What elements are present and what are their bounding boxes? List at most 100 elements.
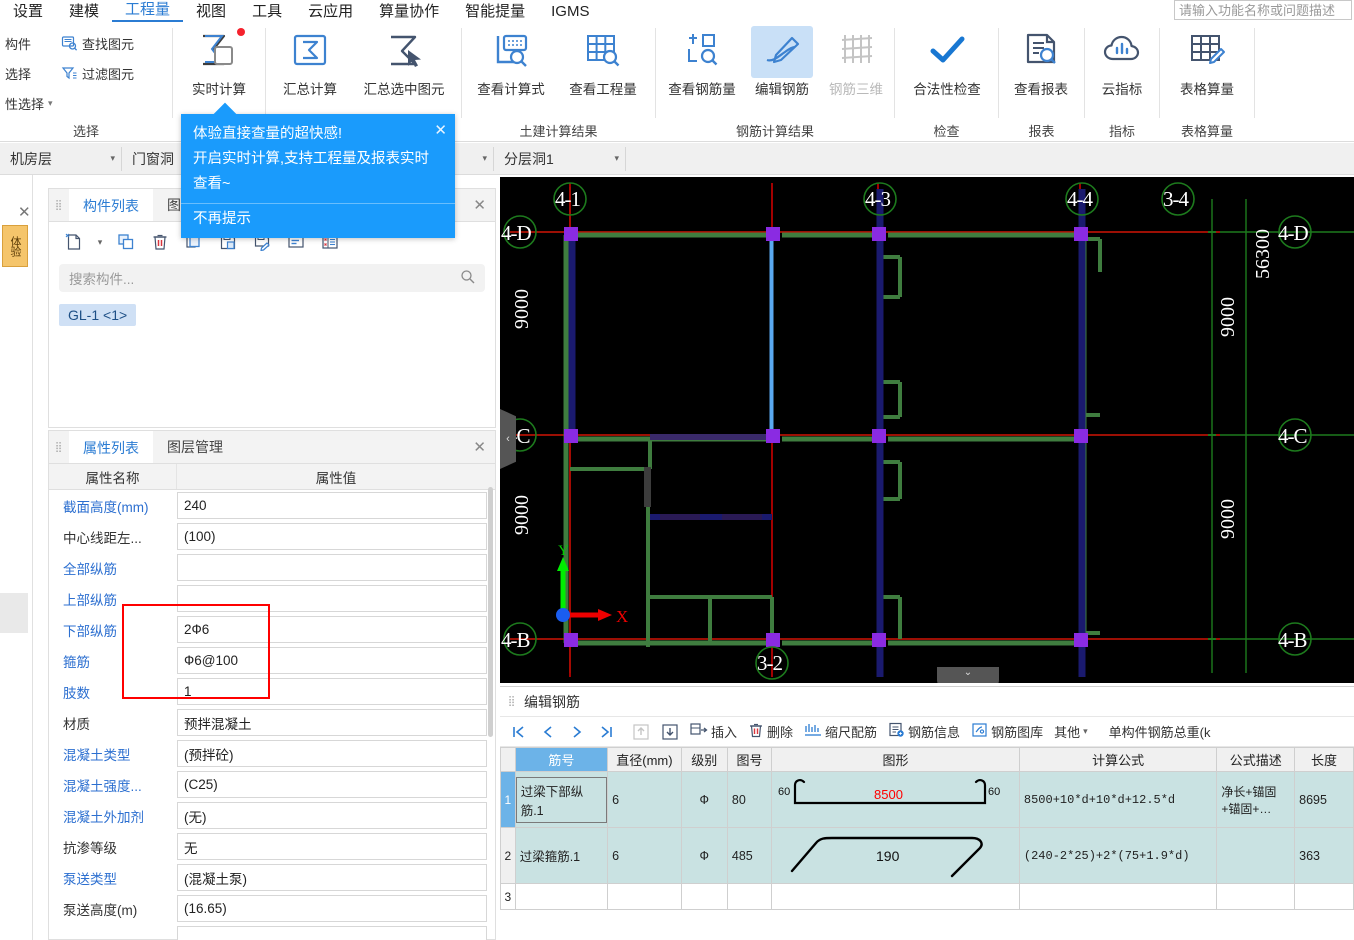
column-header-drawing-no[interactable]: 图号 [726, 747, 773, 772]
table-row[interactable]: 全部纵筋 [49, 552, 495, 583]
feature-search-input[interactable]: 请输入功能名称或问题描述 [1174, 0, 1352, 20]
delete-component-button[interactable] [145, 228, 175, 256]
prev-record-button[interactable] [535, 721, 561, 743]
property-value[interactable]: 2Ф6 [177, 616, 487, 643]
cell-diameter[interactable]: 6 [607, 827, 682, 884]
cell-grade[interactable]: Ф [680, 771, 728, 828]
table-row[interactable] [49, 924, 495, 940]
cell-shape[interactable]: 60 60 8500 [771, 771, 1020, 828]
new-component-button[interactable] [59, 228, 89, 256]
column-header-grade[interactable]: 级别 [680, 747, 728, 772]
rebar-3d-button[interactable]: 钢筋三维 [820, 26, 892, 112]
menu-item-smart-quantity[interactable]: 智能提量 [452, 2, 538, 22]
menu-item-cloud-app[interactable]: 云应用 [295, 2, 366, 22]
table-row[interactable]: 混凝土外加剂 (无) [49, 800, 495, 831]
ribbon-select-button[interactable]: 选择 [2, 60, 34, 86]
close-icon[interactable]: ✕ [473, 438, 486, 456]
cell-rebar-no[interactable]: 过梁箍筋.1 [514, 827, 609, 884]
cell-rebar-no[interactable]: 过梁下部纵筋.1 [514, 771, 609, 828]
cell-formula[interactable] [1018, 883, 1218, 910]
close-icon[interactable]: ✕ [434, 118, 447, 143]
move-down-button[interactable] [657, 721, 683, 743]
table-row[interactable]: 箍筋 Ф6@100 [49, 645, 495, 676]
property-value[interactable]: (C25) [177, 771, 487, 798]
property-scrollbar[interactable] [488, 487, 493, 737]
menu-item-view[interactable]: 视图 [183, 2, 239, 22]
property-value[interactable]: (16.65) [177, 895, 487, 922]
cell-length[interactable] [1294, 883, 1354, 910]
property-value[interactable]: (预拌砼) [177, 740, 487, 767]
cad-collapse-left-handle[interactable]: ‹ [500, 409, 516, 469]
menu-item-collaboration[interactable]: 算量协作 [366, 2, 452, 22]
column-header-formula-desc[interactable]: 公式描述 [1216, 747, 1296, 772]
view-quantity-button[interactable]: 查看工程量 [558, 26, 648, 112]
drag-grip-icon[interactable]: ⣿ [49, 431, 69, 463]
property-value[interactable]: 无 [177, 833, 487, 860]
cell-rebar-no[interactable] [514, 883, 609, 910]
scale-rebar-button[interactable]: 缩尺配筋 [800, 722, 881, 741]
property-value[interactable]: 预拌混凝土 [177, 709, 487, 736]
property-value[interactable]: 240 [177, 492, 487, 519]
realtime-calc-button[interactable]: 实时计算 [181, 26, 257, 112]
ribbon-find-element-button[interactable]: 查找图元 [58, 30, 137, 56]
property-value[interactable]: (混凝土泵) [177, 864, 487, 891]
cell-formula-desc[interactable] [1216, 827, 1296, 884]
rebar-library-button[interactable]: 钢筋图库 [967, 722, 1047, 741]
ribbon-filter-element-button[interactable]: 过滤图元 [58, 60, 137, 86]
column-header-formula[interactable]: 计算公式 [1018, 747, 1218, 772]
drag-grip-icon[interactable]: ⣿ [49, 189, 69, 221]
cell-drawing-no[interactable]: 485 [726, 827, 773, 884]
copy-component-button[interactable] [111, 228, 141, 256]
tab-layer-management-2[interactable]: 图层管理 [153, 431, 237, 463]
tab-component-list[interactable]: 构件列表 [69, 189, 153, 221]
insert-row-button[interactable]: 插入 [686, 722, 741, 741]
cad-expand-bottom-handle[interactable]: ⌄ [937, 667, 999, 683]
edit-rebar-button[interactable]: 编辑钢筋 [746, 26, 818, 112]
close-icon[interactable]: ✕ [473, 196, 486, 214]
tooltip-dismiss-link[interactable]: 不再提示 [181, 203, 455, 238]
list-item[interactable]: GL-1 <1> [59, 304, 137, 326]
table-row[interactable]: 2 过梁箍筋.1 6 Ф 485 190 (240-2*25)+2*(75+1.… [500, 827, 1354, 884]
column-header-rebar-no[interactable]: 筋号 [514, 747, 609, 772]
rebar-info-button[interactable]: 钢筋信息 [884, 722, 964, 741]
view-report-button[interactable]: 查看报表 [1004, 26, 1078, 112]
table-row[interactable]: 肢数 1 [49, 676, 495, 707]
cell-drawing-no[interactable] [726, 883, 773, 910]
edge-close-icon[interactable]: ✕ [18, 203, 31, 221]
property-value[interactable] [177, 926, 487, 940]
first-record-button[interactable] [506, 721, 532, 743]
cell-formula-desc[interactable]: 净长+锚固+锚固+… [1216, 771, 1296, 828]
table-calc-button[interactable]: 表格算量 [1166, 26, 1248, 112]
ribbon-component-button[interactable]: 构件 [2, 30, 34, 56]
cell-shape[interactable]: 190 [771, 827, 1020, 884]
menu-item-settings[interactable]: 设置 [0, 2, 56, 22]
ribbon-attribute-select-button[interactable]: 性选择 ▾ [2, 90, 56, 116]
table-row[interactable]: 泵送高度(m) (16.65) [49, 893, 495, 924]
cad-drawing-canvas[interactable]: Y X 4-1 4-3 4-4 3-4 4-D 4-C 4-B 4-D 4-C … [500, 177, 1354, 683]
tab-property-list[interactable]: 属性列表 [69, 431, 153, 463]
table-row[interactable]: 截面高度(mm) 240 [49, 490, 495, 521]
menu-item-modeling[interactable]: 建模 [56, 2, 112, 22]
floor-selector[interactable]: 机房层 ▾ [0, 146, 122, 171]
table-row[interactable]: 泵送类型 (混凝土泵) [49, 862, 495, 893]
column-header-length[interactable]: 长度 [1294, 747, 1354, 772]
cell-formula-desc[interactable] [1216, 883, 1296, 910]
property-value[interactable] [177, 554, 487, 581]
experience-vertical-tab[interactable]: 体验 [2, 225, 28, 267]
cell-diameter[interactable] [607, 883, 682, 910]
summary-selected-button[interactable]: 汇总选中图元 [354, 26, 454, 112]
table-row[interactable]: 混凝土类型 (预拌砼) [49, 738, 495, 769]
edge-collapse-handle[interactable] [0, 593, 28, 633]
property-value[interactable] [177, 585, 487, 612]
cell-grade[interactable]: Ф [680, 827, 728, 884]
menu-item-tools[interactable]: 工具 [239, 2, 295, 22]
column-header-diameter[interactable]: 直径(mm) [607, 747, 682, 772]
other-menu-button[interactable]: 其他 ▾ [1050, 722, 1092, 741]
table-row[interactable]: 下部纵筋 2Ф6 [49, 614, 495, 645]
property-value[interactable]: (100) [177, 523, 487, 550]
drag-grip-icon[interactable]: ⣿ [500, 697, 524, 707]
cell-drawing-no[interactable]: 80 [726, 771, 773, 828]
cell-length[interactable]: 363 [1294, 827, 1354, 884]
cell-length[interactable]: 8695 [1294, 771, 1354, 828]
column-header-shape[interactable]: 图形 [771, 747, 1020, 772]
